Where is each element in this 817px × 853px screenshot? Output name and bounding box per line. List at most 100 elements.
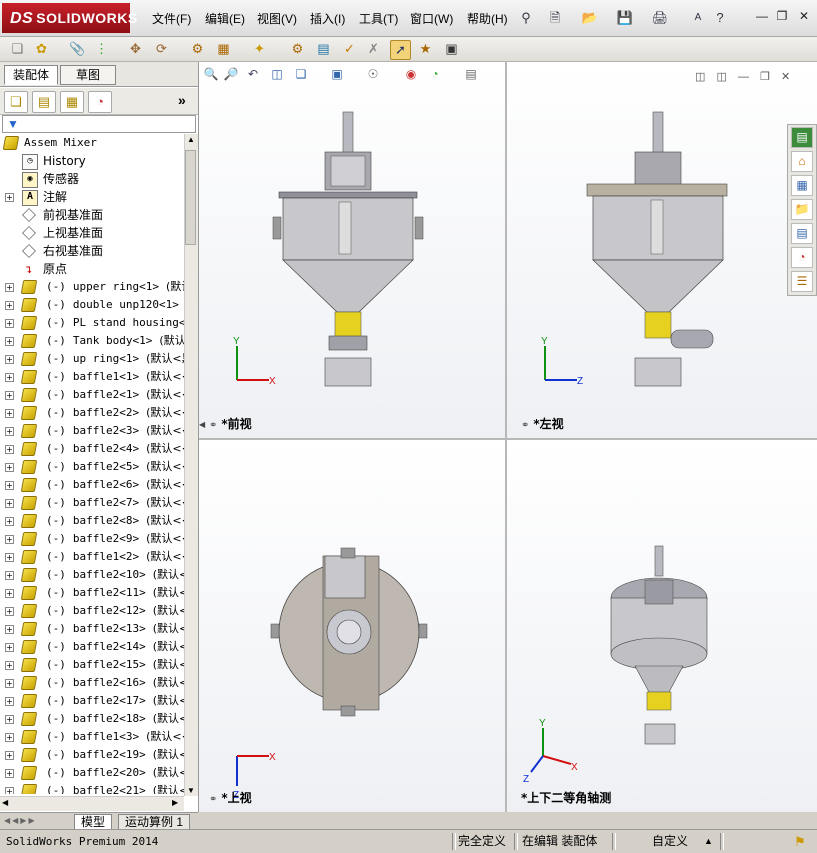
exploded-view-icon[interactable]: ✦: [250, 40, 269, 58]
menu-insert[interactable]: 插入(I): [310, 10, 345, 28]
expand-icon[interactable]: +: [5, 535, 14, 544]
feature-manager-icon[interactable]: ❏: [4, 91, 28, 113]
tab-assembly[interactable]: 装配体: [4, 65, 59, 85]
smart-fasteners-icon[interactable]: ⚙: [188, 40, 207, 58]
tree-item-front-plane[interactable]: 前视基准面: [0, 206, 184, 224]
close-icon[interactable]: ✕: [795, 8, 813, 24]
reference-geometry-icon[interactable]: ⚙: [288, 40, 307, 58]
tab-nav-arrows-icon[interactable]: ◀◀▶▶: [4, 816, 37, 825]
tree-item-component[interactable]: + (-) baffle2<14> (默认<<: [0, 638, 184, 656]
tab-sketch[interactable]: 草图: [60, 65, 116, 85]
pin-icon[interactable]: ⚲: [516, 9, 536, 27]
viewport-left[interactable]: ◫ ◫ — ❐ ✕ Y Z ⚭ *左视: [507, 62, 817, 438]
tree-item-component[interactable]: + (-) baffle2<11> (默认<<: [0, 584, 184, 602]
hide-show-icon[interactable]: ▦: [214, 40, 233, 58]
rotate-component-icon[interactable]: ⟳: [152, 40, 171, 58]
restore-icon[interactable]: ❐: [773, 8, 791, 24]
expand-icon[interactable]: +: [5, 625, 14, 634]
tree-item-component[interactable]: + (-) baffle2<16> (默认<<: [0, 674, 184, 692]
expand-icon[interactable]: +: [5, 301, 14, 310]
tree-item-annotations[interactable]: + A 注解: [0, 188, 184, 206]
expand-icon[interactable]: +: [5, 751, 14, 760]
tree-horizontal-scrollbar[interactable]: ◀ ▶: [0, 796, 184, 811]
tree-scroll-thumb[interactable]: [185, 150, 196, 245]
expand-icon[interactable]: +: [5, 733, 14, 742]
link-views-icon[interactable]: ⚭: [209, 420, 217, 431]
tree-item-component[interactable]: + (-) baffle2<20> (默认<<: [0, 764, 184, 782]
expand-icon[interactable]: +: [5, 643, 14, 652]
tree-item-component[interactable]: + (-) baffle2<4> (默认<<黒: [0, 440, 184, 458]
large-assembly-icon[interactable]: ★: [416, 40, 435, 58]
tree-item-component[interactable]: + (-) baffle2<3> (默认<<黒: [0, 422, 184, 440]
tree-item-component[interactable]: + (-) baffle2<15> (默认<<: [0, 656, 184, 674]
interference-icon[interactable]: ✗: [364, 40, 383, 58]
search-commands-icon[interactable]: A: [688, 9, 708, 27]
expand-icon[interactable]: +: [5, 589, 14, 598]
view-palette-icon[interactable]: ▤: [791, 223, 813, 244]
expand-icon[interactable]: +: [5, 679, 14, 688]
expand-icon[interactable]: +: [5, 319, 14, 328]
graphics-area[interactable]: 🔍 🔎 ↶ ◫ ❏ ▣ ☉ ◉ ◔ ▤ Y X ⚭ *前视 ◫ ◫ — ❐ ✕ …: [199, 62, 817, 812]
instant3d-icon[interactable]: ➚: [390, 40, 411, 60]
tree-item-component[interactable]: + (-) baffle2<18> (默认<<: [0, 710, 184, 728]
expand-icon[interactable]: +: [5, 391, 14, 400]
tree-item-component[interactable]: + (-) baffle2<5> (默认<<黒: [0, 458, 184, 476]
solidworks-logo[interactable]: DS SOLIDWORKS: [2, 3, 137, 33]
expand-icon[interactable]: +: [5, 445, 14, 454]
tree-item-component[interactable]: + (-) baffle2<9> (默认<<黒: [0, 530, 184, 548]
tree-root[interactable]: Assem Mixer: [0, 134, 184, 152]
tree-item-component[interactable]: + (-) up ring<1> (默认<黒: [0, 350, 184, 368]
expand-icon[interactable]: +: [5, 463, 14, 472]
unit-system-button[interactable]: 自定义: [652, 833, 688, 850]
expand-icon[interactable]: +: [5, 373, 14, 382]
link-views-icon[interactable]: ⚭: [521, 420, 529, 431]
menu-help[interactable]: 帮助(H): [467, 10, 508, 28]
scroll-right-icon[interactable]: ▶: [172, 798, 178, 807]
expand-icon[interactable]: +: [5, 193, 14, 202]
tree-item-component[interactable]: + (-) PL stand housing<1>: [0, 314, 184, 332]
property-manager-icon[interactable]: ▤: [32, 91, 56, 113]
expand-icon[interactable]: +: [5, 481, 14, 490]
toolbar-options-icon[interactable]: ▣: [442, 40, 461, 58]
expand-icon[interactable]: +: [5, 427, 14, 436]
expand-icon[interactable]: +: [5, 517, 14, 526]
tree-item-component[interactable]: + (-) baffle1<3> (默认<<黒: [0, 728, 184, 746]
tree-item-component[interactable]: + (-) baffle2<6> (默认<<黒: [0, 476, 184, 494]
tree-item-component[interactable]: + (-) baffle2<1> (默认<<黒: [0, 386, 184, 404]
new-document-icon[interactable]: 🗎: [545, 9, 565, 27]
help-icon[interactable]: ?: [710, 9, 730, 27]
file-explorer-icon[interactable]: 📁: [791, 199, 813, 220]
tree-item-component[interactable]: + (-) baffle2<10> (默认<<: [0, 566, 184, 584]
expand-panel-icon[interactable]: »: [178, 92, 186, 108]
tree-item-component[interactable]: + (-) baffle2<2> (默认<<黒: [0, 404, 184, 422]
tree-item-right-plane[interactable]: 右视基准面: [0, 242, 184, 260]
tree-item-component[interactable]: + (-) baffle2<19> (默认<<: [0, 746, 184, 764]
home-icon[interactable]: ⌂: [791, 151, 813, 172]
expand-icon[interactable]: +: [5, 499, 14, 508]
configuration-manager-icon[interactable]: ▦: [60, 91, 84, 113]
link-views-icon[interactable]: ⚭: [209, 794, 217, 805]
menu-view[interactable]: 视图(V): [257, 10, 297, 28]
expand-icon[interactable]: +: [5, 571, 14, 580]
menu-edit[interactable]: 编辑(E): [205, 10, 245, 28]
tab-motion-study[interactable]: 运动算例 1: [118, 814, 191, 830]
expand-icon[interactable]: +: [5, 661, 14, 670]
tree-item-component[interactable]: + (-) baffle2<13> (默认<<: [0, 620, 184, 638]
expand-icon[interactable]: +: [5, 409, 14, 418]
tree-item-component[interactable]: +(-)double unp120<1>(黒: [0, 296, 184, 314]
expand-icon[interactable]: +: [5, 607, 14, 616]
display-manager-icon[interactable]: ◔: [88, 91, 112, 113]
tree-item-component[interactable]: + (-) baffle2<7> (默认<<黒: [0, 494, 184, 512]
expand-icon[interactable]: +: [5, 715, 14, 724]
expand-icon[interactable]: +: [5, 283, 14, 292]
custom-properties-icon[interactable]: ☰: [791, 271, 813, 292]
collapse-panel-icon[interactable]: ◀: [199, 420, 207, 450]
unit-menu-arrow-icon[interactable]: ▲: [704, 833, 713, 850]
scroll-left-icon[interactable]: ◀: [2, 798, 8, 807]
minimize-icon[interactable]: —: [753, 8, 771, 24]
tree-item-sensors[interactable]: ◉ 传感器: [0, 170, 184, 188]
menu-window[interactable]: 窗口(W): [410, 10, 453, 28]
new-motion-study-icon[interactable]: ▤: [314, 40, 333, 58]
tree-item-component[interactable]: + (-) baffle1<2> (默认<<黒: [0, 548, 184, 566]
tree-item-component[interactable]: + (-) baffle2<12> (默认<<: [0, 602, 184, 620]
